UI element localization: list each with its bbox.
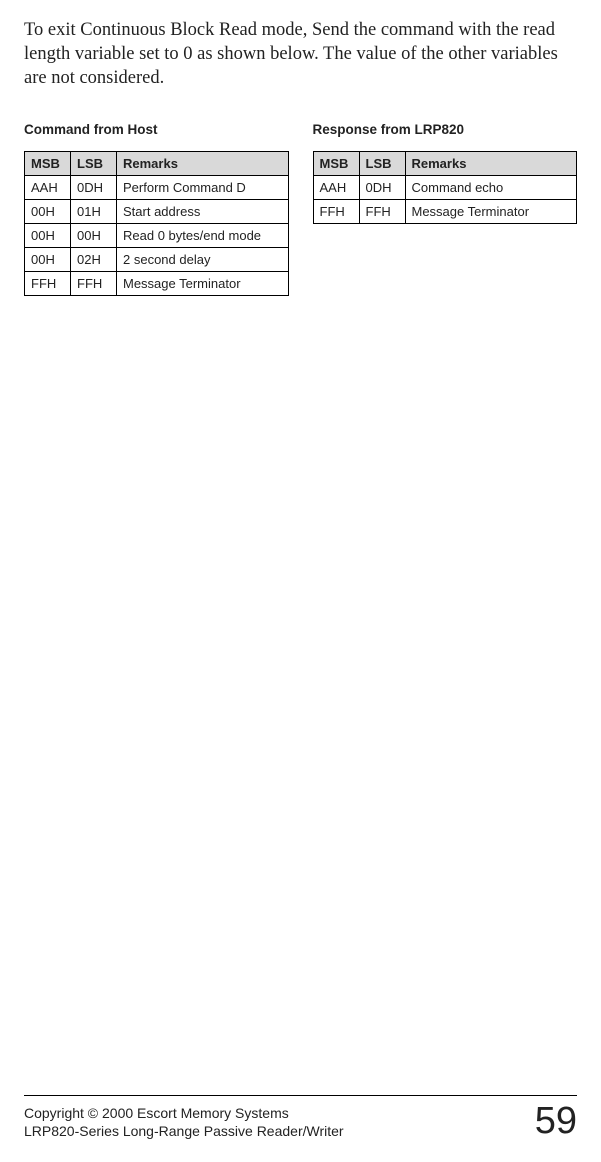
command-from-host-title: Command from Host [24,122,289,137]
cell-remarks: Read 0 bytes/end mode [117,224,289,248]
footer-product: LRP820-Series Long-Range Passive Reader/… [24,1122,344,1140]
cell-remarks: Start address [117,200,289,224]
cell-remarks: Perform Command D [117,176,289,200]
header-remarks: Remarks [117,152,289,176]
table-header-row: MSB LSB Remarks [25,152,289,176]
cell-lsb: 01H [71,200,117,224]
response-from-lrp820-title: Response from LRP820 [313,122,578,137]
table-row: AAH 0DH Command echo [313,176,577,200]
cell-lsb: 0DH [71,176,117,200]
footer-text-block: Copyright © 2000 Escort Memory Systems L… [24,1104,344,1140]
cell-lsb: 0DH [359,176,405,200]
cell-msb: AAH [313,176,359,200]
cell-lsb: FFH [71,272,117,296]
cell-lsb: 00H [71,224,117,248]
cell-lsb: FFH [359,200,405,224]
command-from-host-block: Command from Host MSB LSB Remarks AAH 0D… [24,122,289,296]
cell-remarks: Message Terminator [405,200,577,224]
table-row: AAH 0DH Perform Command D [25,176,289,200]
header-msb: MSB [313,152,359,176]
table-header-row: MSB LSB Remarks [313,152,577,176]
footer-divider [24,1095,577,1096]
table-row: FFH FFH Message Terminator [313,200,577,224]
command-from-host-table: MSB LSB Remarks AAH 0DH Perform Command … [24,151,289,296]
cell-remarks: Command echo [405,176,577,200]
cell-msb: 00H [25,248,71,272]
cell-msb: FFH [313,200,359,224]
intro-paragraph: To exit Continuous Block Read mode, Send… [24,18,577,90]
cell-msb: AAH [25,176,71,200]
cell-remarks: Message Terminator [117,272,289,296]
table-row: 00H 01H Start address [25,200,289,224]
response-from-lrp820-block: Response from LRP820 MSB LSB Remarks AAH… [313,122,578,224]
footer-row: Copyright © 2000 Escort Memory Systems L… [24,1102,577,1140]
header-msb: MSB [25,152,71,176]
tables-container: Command from Host MSB LSB Remarks AAH 0D… [24,122,577,296]
table-row: 00H 02H 2 second delay [25,248,289,272]
page-number: 59 [535,1102,577,1140]
cell-remarks: 2 second delay [117,248,289,272]
cell-lsb: 02H [71,248,117,272]
cell-msb: FFH [25,272,71,296]
header-remarks: Remarks [405,152,577,176]
footer-copyright: Copyright © 2000 Escort Memory Systems [24,1104,344,1122]
page-footer: Copyright © 2000 Escort Memory Systems L… [24,1095,577,1140]
table-row: FFH FFH Message Terminator [25,272,289,296]
cell-msb: 00H [25,200,71,224]
header-lsb: LSB [71,152,117,176]
table-row: 00H 00H Read 0 bytes/end mode [25,224,289,248]
response-from-lrp820-table: MSB LSB Remarks AAH 0DH Command echo FFH… [313,151,578,224]
header-lsb: LSB [359,152,405,176]
cell-msb: 00H [25,224,71,248]
